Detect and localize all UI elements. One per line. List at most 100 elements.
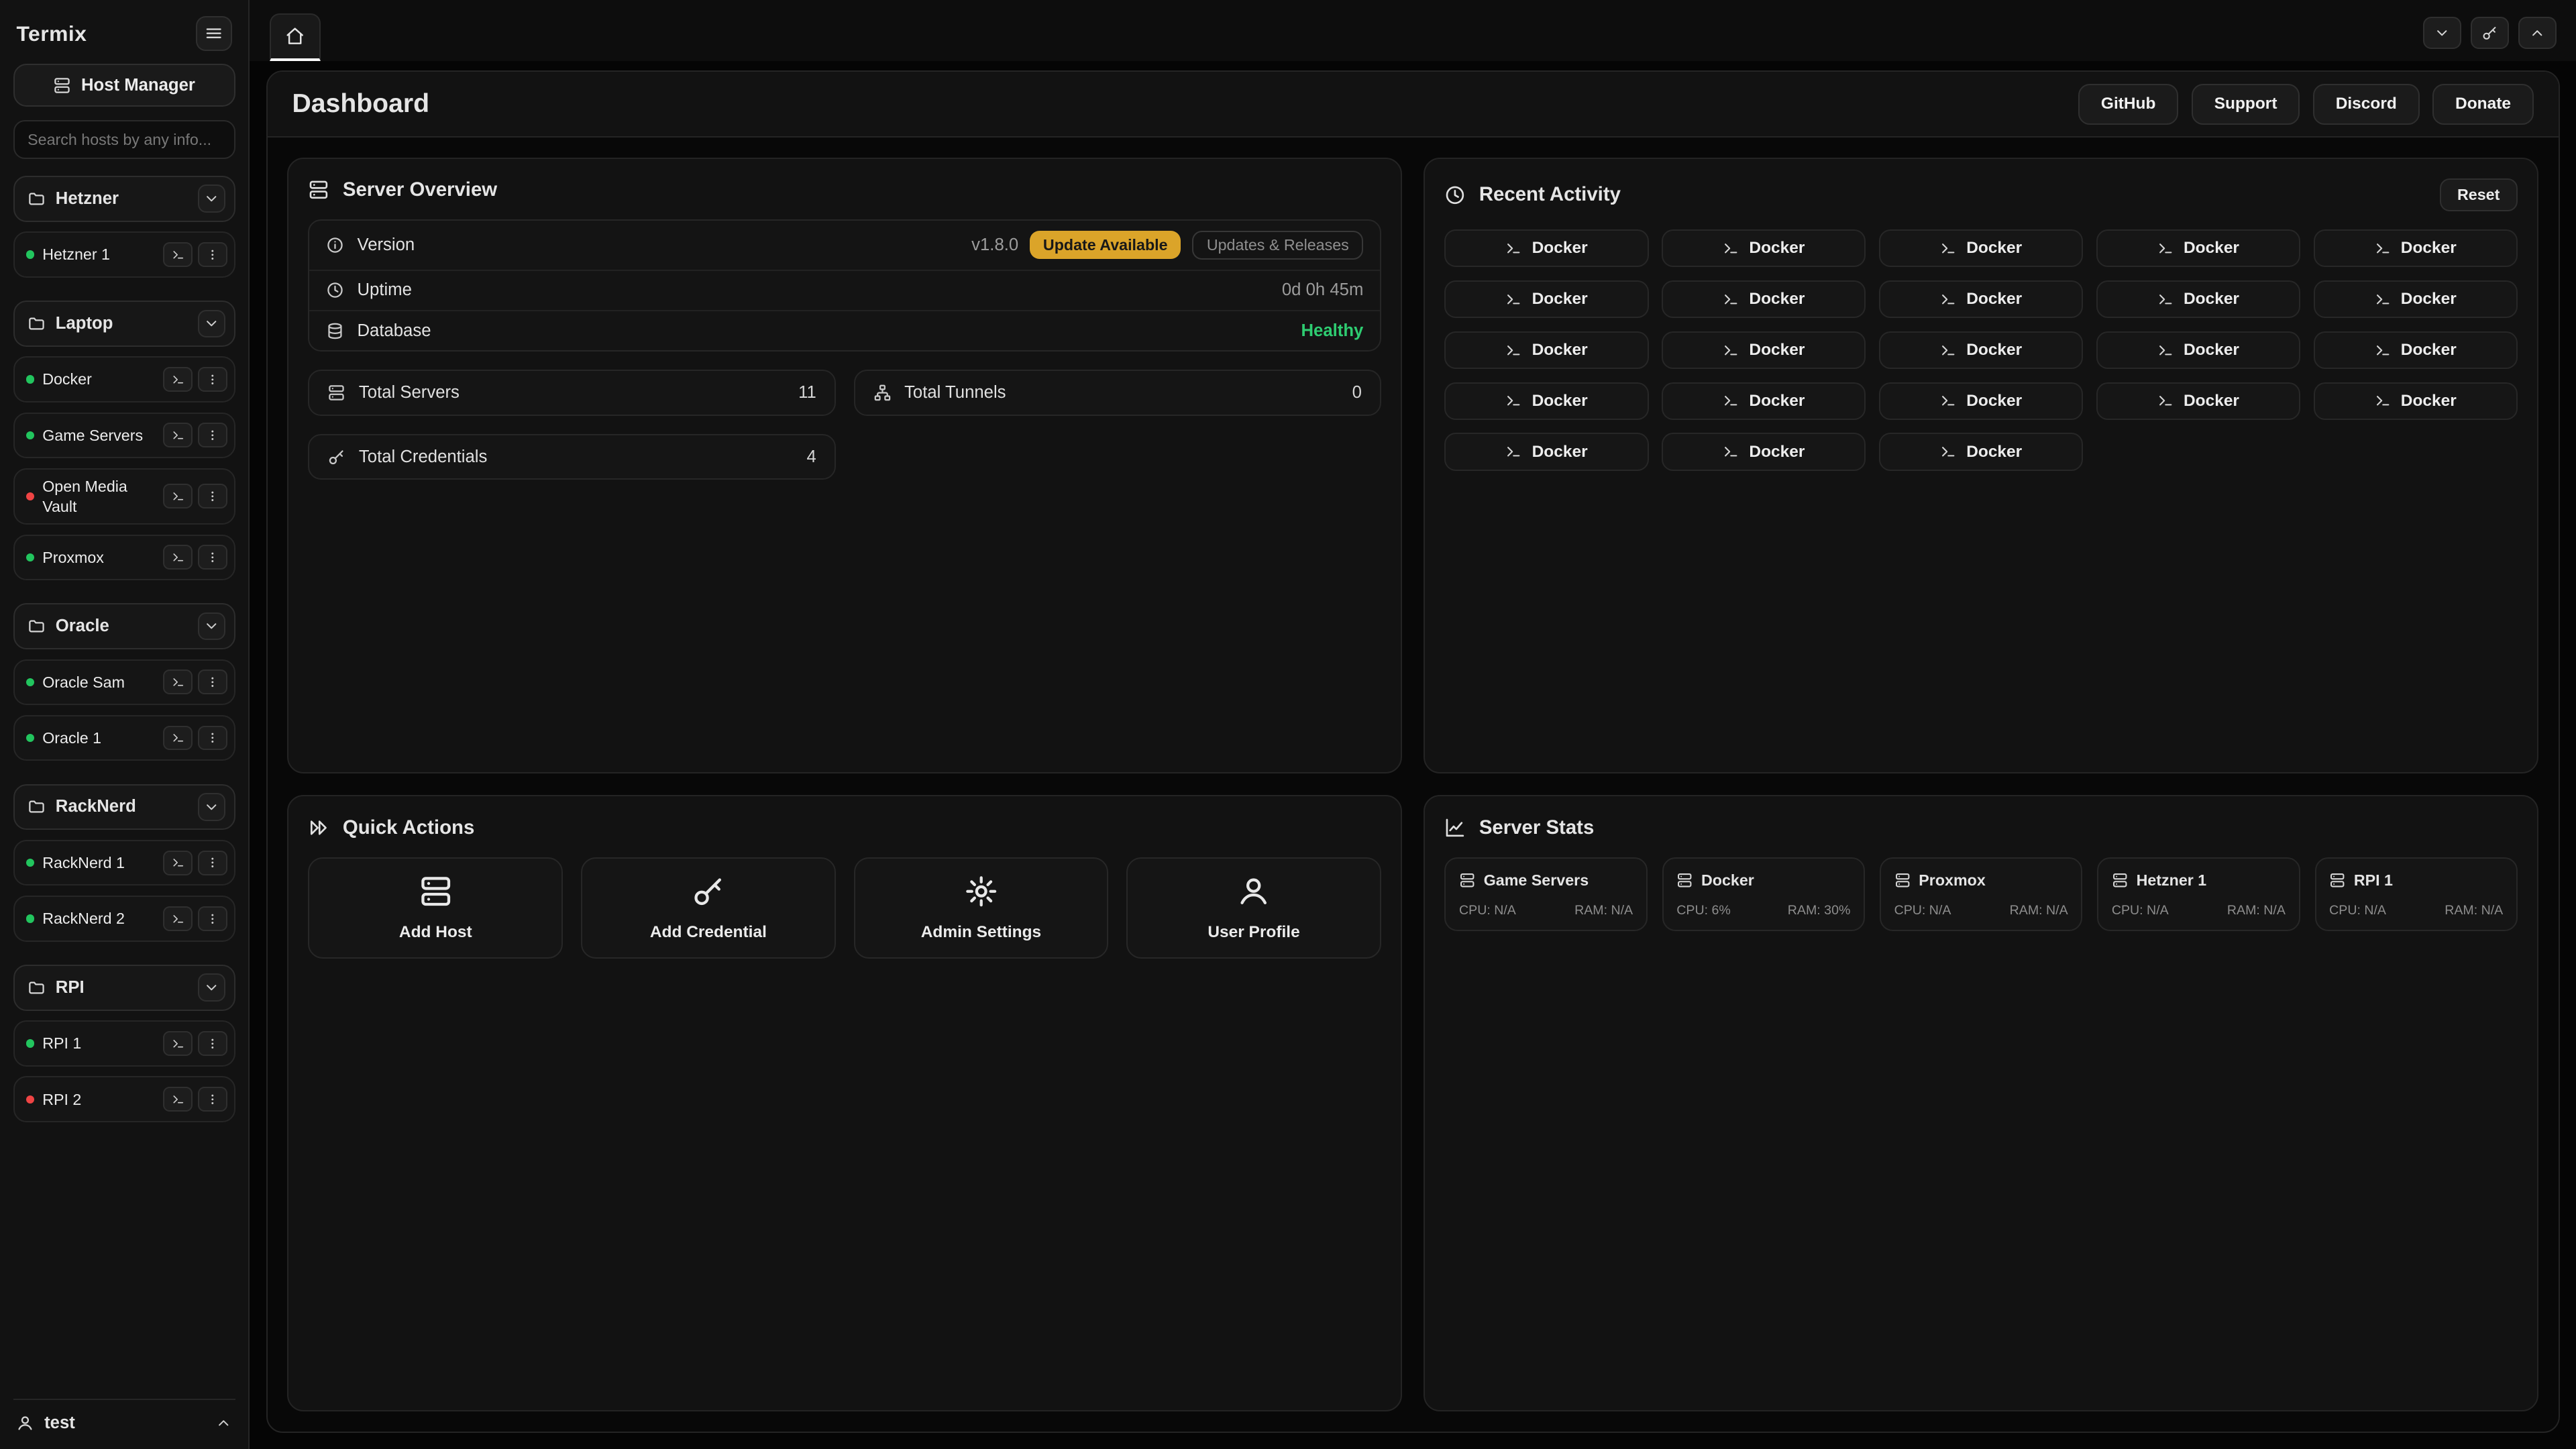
activity-item-button[interactable]: Docker — [2314, 280, 2518, 318]
total-value: 11 — [798, 383, 816, 402]
activity-item-button[interactable]: Docker — [2096, 229, 2300, 267]
activity-item-button[interactable]: Docker — [1444, 382, 1648, 420]
header-link-discord[interactable]: Discord — [2313, 84, 2420, 125]
header-link-github[interactable]: GitHub — [2078, 84, 2178, 125]
host-manager-button[interactable]: Host Manager — [13, 64, 235, 107]
kebab-icon — [206, 551, 219, 564]
host-menu-button[interactable] — [198, 484, 227, 508]
updates-releases-button[interactable]: Updates & Releases — [1192, 231, 1363, 260]
activity-item-button[interactable]: Docker — [1879, 382, 2083, 420]
activity-item-button[interactable]: Docker — [2096, 280, 2300, 318]
server-stat-tile[interactable]: Game ServersCPU: N/ARAM: N/A — [1444, 857, 1647, 931]
activity-item-button[interactable]: Docker — [1879, 331, 2083, 369]
host-terminal-button[interactable] — [163, 367, 193, 392]
host-name: Game Servers — [42, 425, 155, 445]
host-row[interactable]: Hetzner 1 — [13, 231, 235, 278]
host-menu-button[interactable] — [198, 906, 227, 931]
host-menu-button[interactable] — [198, 545, 227, 570]
activity-item-button[interactable]: Docker — [1662, 331, 1866, 369]
host-menu-button[interactable] — [198, 242, 227, 267]
folder-collapse-button[interactable] — [198, 793, 226, 821]
terminal-icon — [1505, 443, 1521, 460]
host-terminal-button[interactable] — [163, 1031, 193, 1056]
activity-item-button[interactable]: Docker — [1662, 229, 1866, 267]
sidebar-menu-button[interactable] — [196, 16, 232, 50]
host-row[interactable]: Oracle 1 — [13, 715, 235, 761]
host-row[interactable]: Game Servers — [13, 413, 235, 459]
activity-item-button[interactable]: Docker — [2096, 331, 2300, 369]
kebab-icon — [206, 731, 219, 745]
activity-item-button[interactable]: Docker — [1662, 382, 1866, 420]
host-terminal-button[interactable] — [163, 545, 193, 570]
tabbar-expand-button[interactable] — [2518, 17, 2556, 50]
tab-home[interactable] — [270, 13, 321, 61]
host-menu-button[interactable] — [198, 367, 227, 392]
host-row[interactable]: RackNerd 2 — [13, 896, 235, 942]
folder-collapse-button[interactable] — [198, 612, 226, 641]
server-stat-tile[interactable]: DockerCPU: 6%RAM: 30% — [1662, 857, 1865, 931]
folder-header[interactable]: Hetzner — [13, 176, 235, 222]
folder-header[interactable]: RPI — [13, 965, 235, 1011]
quick-action-label: User Profile — [1208, 923, 1299, 942]
activity-item-button[interactable]: Docker — [1879, 229, 2083, 267]
terminal-icon — [2375, 342, 2391, 358]
host-terminal-button[interactable] — [163, 851, 193, 875]
activity-item-button[interactable]: Docker — [2314, 331, 2518, 369]
activity-item-button[interactable]: Docker — [1879, 433, 2083, 470]
host-row[interactable]: RPI 2 — [13, 1076, 235, 1122]
folder-header[interactable]: Laptop — [13, 301, 235, 347]
activity-item-button[interactable]: Docker — [2314, 229, 2518, 267]
host-row[interactable]: Docker — [13, 356, 235, 402]
host-row[interactable]: Open Media Vault — [13, 468, 235, 525]
folder-collapse-button[interactable] — [198, 184, 226, 213]
folder-header[interactable]: RackNerd — [13, 784, 235, 830]
folder-header[interactable]: Oracle — [13, 603, 235, 649]
host-row[interactable]: RackNerd 1 — [13, 840, 235, 886]
host-terminal-button[interactable] — [163, 726, 193, 751]
activity-item-button[interactable]: Docker — [1879, 280, 2083, 318]
quick-action-user-profile[interactable]: User Profile — [1126, 857, 1381, 959]
quick-action-admin-settings[interactable]: Admin Settings — [854, 857, 1109, 959]
header-link-support[interactable]: Support — [2192, 84, 2300, 125]
reset-button[interactable]: Reset — [2440, 178, 2518, 211]
host-row[interactable]: Oracle Sam — [13, 659, 235, 706]
host-row[interactable]: Proxmox — [13, 535, 235, 581]
folder-collapse-button[interactable] — [198, 973, 226, 1002]
host-menu-button[interactable] — [198, 726, 227, 751]
terminal-icon — [172, 429, 185, 442]
tabbar-key-button[interactable] — [2471, 17, 2508, 50]
host-row[interactable]: RPI 1 — [13, 1020, 235, 1067]
host-terminal-button[interactable] — [163, 906, 193, 931]
host-terminal-button[interactable] — [163, 242, 193, 267]
server-icon — [419, 874, 453, 908]
activity-item-button[interactable]: Docker — [1444, 433, 1648, 470]
host-menu-button[interactable] — [198, 1087, 227, 1112]
host-terminal-button[interactable] — [163, 669, 193, 694]
tabbar-collapse-button[interactable] — [2423, 17, 2461, 50]
kebab-icon — [206, 248, 219, 262]
host-menu-button[interactable] — [198, 423, 227, 447]
activity-item-button[interactable]: Docker — [1444, 331, 1648, 369]
server-stat-tile[interactable]: Hetzner 1CPU: N/ARAM: N/A — [2097, 857, 2300, 931]
activity-item-button[interactable]: Docker — [2096, 382, 2300, 420]
host-menu-button[interactable] — [198, 851, 227, 875]
activity-item-button[interactable]: Docker — [1444, 280, 1648, 318]
host-terminal-button[interactable] — [163, 484, 193, 508]
server-stat-tile[interactable]: RPI 1CPU: N/ARAM: N/A — [2315, 857, 2518, 931]
quick-action-add-host[interactable]: Add Host — [308, 857, 563, 959]
user-footer[interactable]: test — [13, 1399, 235, 1436]
activity-item-label: Docker — [1966, 392, 2022, 411]
activity-item-button[interactable]: Docker — [1444, 229, 1648, 267]
host-menu-button[interactable] — [198, 669, 227, 694]
host-terminal-button[interactable] — [163, 423, 193, 447]
server-stat-tile[interactable]: ProxmoxCPU: N/ARAM: N/A — [1880, 857, 2082, 931]
host-menu-button[interactable] — [198, 1031, 227, 1056]
search-input[interactable] — [13, 120, 235, 160]
host-terminal-button[interactable] — [163, 1087, 193, 1112]
activity-item-button[interactable]: Docker — [1662, 433, 1866, 470]
activity-item-button[interactable]: Docker — [1662, 280, 1866, 318]
quick-action-add-credential[interactable]: Add Credential — [581, 857, 836, 959]
activity-item-button[interactable]: Docker — [2314, 382, 2518, 420]
folder-collapse-button[interactable] — [198, 310, 226, 338]
header-link-donate[interactable]: Donate — [2432, 84, 2534, 125]
